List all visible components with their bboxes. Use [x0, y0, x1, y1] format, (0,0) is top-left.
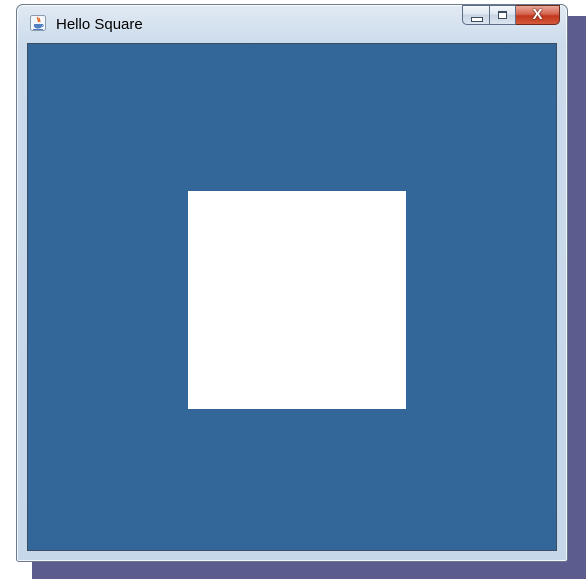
close-button[interactable]: X — [516, 5, 560, 25]
window-title: Hello Square — [56, 16, 143, 33]
close-icon: X — [532, 6, 543, 23]
maximize-icon — [498, 11, 507, 19]
desktop: Hello Square X — [0, 0, 586, 579]
minimize-icon — [471, 17, 483, 22]
app-window: Hello Square X — [16, 4, 568, 562]
title-bar[interactable]: Hello Square X — [17, 5, 567, 43]
maximize-button[interactable] — [489, 5, 516, 25]
minimize-button[interactable] — [462, 5, 489, 25]
java-icon[interactable] — [30, 15, 46, 31]
white-square — [188, 191, 406, 409]
caption-buttons: X — [462, 5, 560, 25]
canvas-area[interactable] — [27, 43, 557, 551]
